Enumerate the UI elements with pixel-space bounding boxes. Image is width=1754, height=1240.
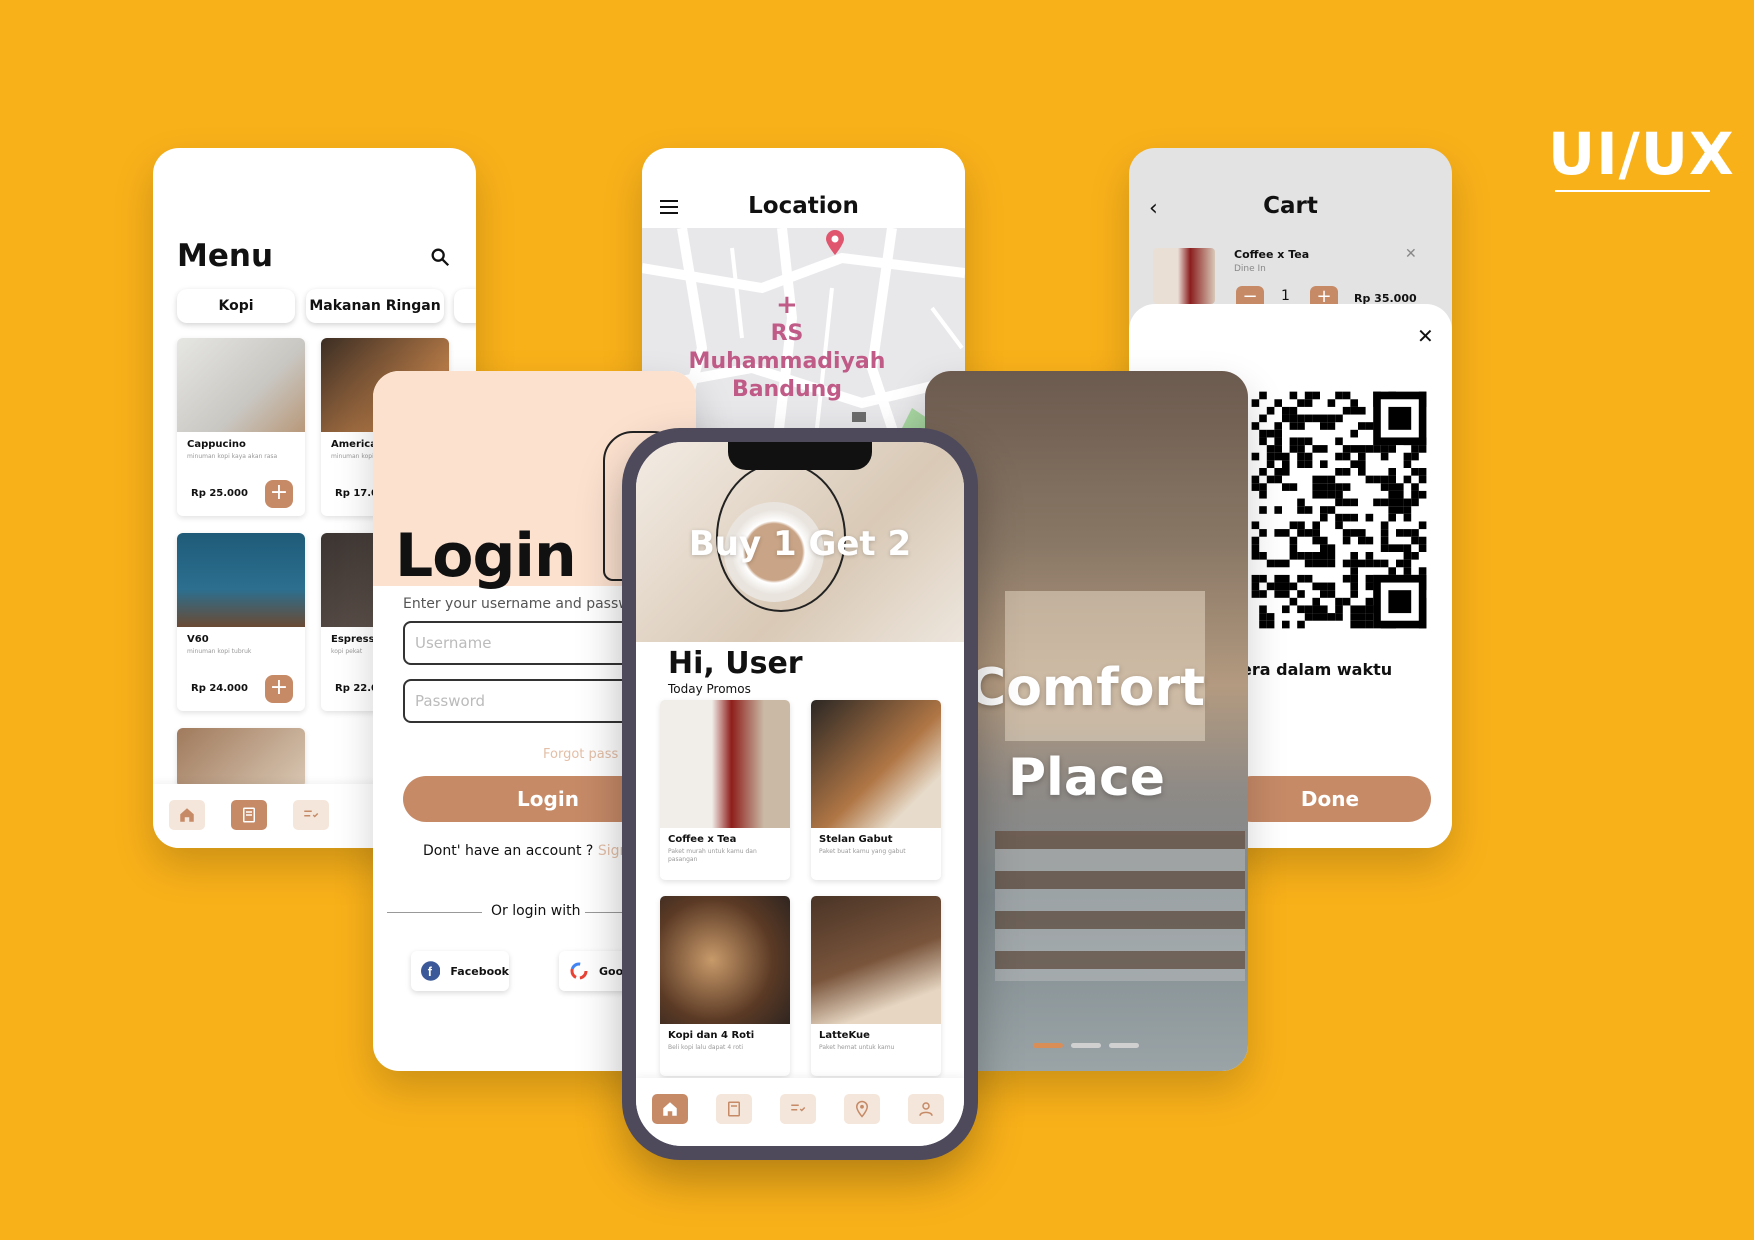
menu-book-icon[interactable] [716, 1094, 752, 1124]
home-icon[interactable] [169, 800, 205, 830]
product-name: V60 [187, 634, 209, 645]
qr-message: era dalam waktu [1241, 660, 1393, 679]
quantity-value: 1 [1281, 288, 1290, 304]
brand-label: UI/UX [1548, 120, 1735, 188]
no-account-text: Dont' have an account ? [423, 843, 594, 859]
promo-name: Kopi dan 4 Roti [668, 1030, 755, 1041]
promo-image [811, 896, 941, 1024]
product-desc: minuman kopi kaya akan rasa [187, 453, 278, 460]
page-indicator[interactable] [1071, 1043, 1101, 1048]
place-label: RS Muhammadiyah Bandung [688, 321, 886, 402]
facebook-label: Facebook [450, 964, 509, 978]
page-title: Menu [177, 238, 274, 274]
done-button[interactable]: Done [1229, 776, 1431, 822]
promo-image [660, 896, 790, 1024]
product-card[interactable]: V60 minuman kopi tubruk Rp 24.000 + [177, 533, 305, 711]
product-image [177, 338, 305, 432]
search-icon[interactable] [429, 246, 451, 268]
add-to-cart-button[interactable]: + [265, 480, 293, 508]
forgot-password-link[interactable]: Forgot pass [543, 747, 618, 762]
product-card[interactable]: Cappucino minuman kopi kaya akan rasa Rp… [177, 338, 305, 516]
promo-desc: Paket hemat untuk kamu [819, 1044, 895, 1051]
location-icon[interactable] [844, 1094, 880, 1124]
add-to-cart-button[interactable]: + [265, 675, 293, 703]
promo-name: Coffee x Tea [668, 834, 737, 845]
product-name: America [331, 439, 377, 450]
divider-line [387, 912, 482, 913]
remove-item-icon[interactable]: ✕ [1405, 246, 1417, 262]
promo-card[interactable]: Stelan Gabut Paket buat kamu yang gabut [811, 700, 941, 880]
brand-underline [1555, 190, 1710, 192]
login-subtitle: Enter your username and passw [403, 596, 630, 612]
category-chip-more[interactable] [454, 289, 476, 323]
cart-item-image [1153, 248, 1215, 304]
product-name: Cappucino [187, 439, 246, 450]
greeting: Hi, User [668, 646, 803, 681]
close-icon[interactable]: ✕ [1417, 324, 1434, 348]
promo-desc: Paket murah untuk kamu dan pasangan [668, 848, 757, 863]
pastry-display [995, 831, 1245, 981]
promo-card[interactable]: Kopi dan 4 Roti Beli kopi lalu dapat 4 r… [660, 896, 790, 1076]
page-title: Location [748, 193, 859, 219]
phone-frame: Buy 1 Get 2 Hi, User Today Promos Coffee… [622, 428, 978, 1160]
promo-desc: Beli kopi lalu dapat 4 roti [668, 1044, 744, 1051]
section-title: Today Promos [668, 682, 751, 696]
product-image [177, 533, 305, 627]
promo-card[interactable]: Coffee x Tea Paket murah untuk kamu dan … [660, 700, 790, 880]
page-indicator-active[interactable] [1033, 1043, 1063, 1048]
category-chip-makanan[interactable]: Makanan Ringan [306, 289, 444, 323]
or-label: Or login with [491, 903, 581, 919]
profile-icon[interactable] [908, 1094, 944, 1124]
promo-desc: Paket buat kamu yang gabut [819, 848, 906, 855]
checklist-icon[interactable] [780, 1094, 816, 1124]
google-icon [570, 962, 588, 980]
product-price: Rp 25.000 [191, 488, 248, 499]
promo-card[interactable]: LatteKue Paket hemat untuk kamu [811, 896, 941, 1076]
page-indicator[interactable] [1109, 1043, 1139, 1048]
signup-prompt: Dont' have an account ? Sign [423, 843, 628, 859]
checklist-icon[interactable] [293, 800, 329, 830]
map-pin-icon[interactable] [824, 230, 846, 260]
facebook-login-button[interactable]: f Facebook [411, 951, 509, 991]
home-screen: Buy 1 Get 2 Hi, User Today Promos Coffee… [636, 442, 964, 1146]
google-label: Goo [599, 964, 624, 978]
promo-image [811, 700, 941, 828]
page-title: Login [395, 521, 577, 591]
promo-image [660, 700, 790, 828]
phone-notch [728, 442, 872, 470]
product-image [177, 728, 305, 788]
promo-name: LatteKue [819, 1030, 870, 1041]
facebook-icon: f [421, 961, 441, 981]
product-price: Rp 24.000 [191, 683, 248, 694]
home-icon[interactable] [652, 1094, 688, 1124]
category-chip-kopi[interactable]: Kopi [177, 289, 295, 323]
cart-item-name: Coffee x Tea [1234, 248, 1310, 261]
product-card[interactable] [177, 728, 305, 788]
hospital-icon: + [776, 290, 798, 320]
product-price: Rp 22.0 [335, 683, 379, 694]
qr-code [1244, 384, 1434, 636]
promo-title: Buy 1 Get 2 [688, 524, 912, 564]
bottom-nav [636, 1078, 964, 1146]
promo-name: Stelan Gabut [819, 834, 893, 845]
cart-item-type: Dine In [1234, 264, 1266, 274]
page-title: Cart [1263, 193, 1318, 219]
product-desc: minuman kopi tubruk [187, 648, 252, 655]
menu-book-icon[interactable] [231, 800, 267, 830]
